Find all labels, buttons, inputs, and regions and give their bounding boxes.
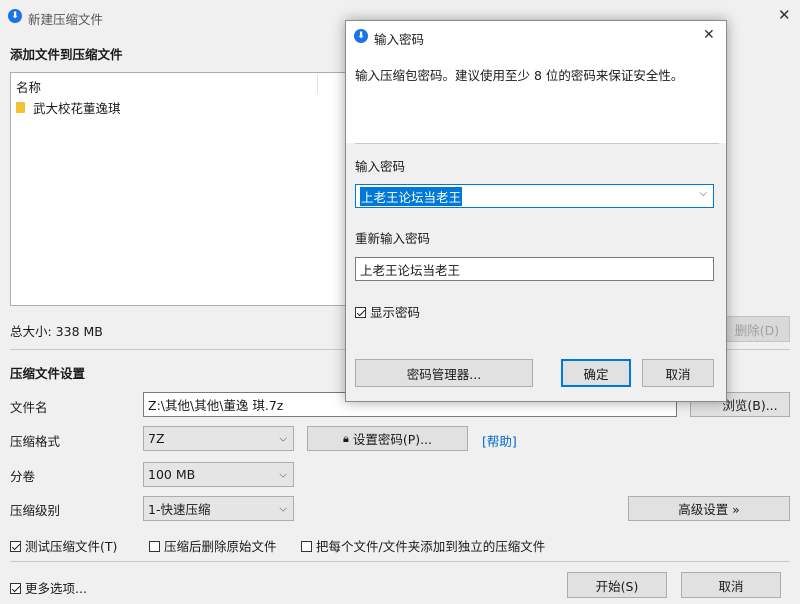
password-combo[interactable]: 上老王论坛当老王 ⌵	[355, 184, 714, 208]
reenter-value: 上老王论坛当老王	[360, 262, 461, 278]
total-size: 总大小: 338 MB	[10, 324, 103, 339]
ok-button-label: 确定	[583, 366, 609, 382]
format-select[interactable]: 7Z ⌵	[143, 426, 294, 451]
delete-original-label: 压缩后删除原始文件	[164, 539, 277, 554]
list-item[interactable]: 武大校花董逸琪	[16, 98, 121, 117]
advanced-button-label: 高级设置 »	[678, 502, 740, 517]
password-manager-button[interactable]: 密码管理器...	[355, 359, 533, 387]
password-dialog: ⬇ 输入密码 ✕ 输入压缩包密码。建议使用至少 8 位的密码来保证安全性。 输入…	[345, 20, 727, 402]
dialog-cancel-label: 取消	[665, 366, 691, 382]
browse-button-label: 浏览(B)...	[722, 398, 778, 413]
list-item-label: 武大校花董逸琪	[33, 101, 121, 116]
dialog-description: 输入压缩包密码。建议使用至少 8 位的密码来保证安全性。	[355, 68, 684, 83]
set-password-label: 设置密码(P)...	[352, 432, 433, 447]
checkbox-icon	[301, 541, 312, 552]
cancel-button-label: 取消	[718, 578, 744, 594]
checkbox-icon	[10, 583, 21, 594]
separate-checkbox[interactable]: 把每个文件/文件夹添加到独立的压缩文件	[301, 536, 545, 555]
chevron-down-icon: ⌵	[279, 469, 287, 480]
split-value: 100 MB	[148, 467, 196, 482]
filename-label: 文件名	[10, 400, 48, 415]
show-password-checkbox[interactable]: 显示密码	[355, 302, 420, 321]
chevron-down-icon: ⌵	[279, 503, 287, 514]
add-section-heading: 添加文件到压缩文件	[10, 47, 123, 62]
filename-value: Z:\其他\其他\董逸 琪.7z	[148, 398, 284, 413]
split-select[interactable]: 100 MB ⌵	[143, 462, 294, 487]
close-icon[interactable]: ✕	[778, 6, 791, 24]
dialog-cancel-button[interactable]: 取消	[642, 359, 714, 387]
level-select[interactable]: 1-快速压缩 ⌵	[143, 496, 294, 521]
start-button-label: 开始(S)	[595, 578, 639, 594]
settings-heading: 压缩文件设置	[10, 366, 86, 381]
split-label: 分卷	[10, 469, 36, 484]
reenter-label: 重新输入密码	[355, 231, 431, 246]
lock-icon: 🔒︎	[342, 431, 349, 445]
more-options-label: 更多选项...	[25, 581, 87, 596]
level-value: 1-快速压缩	[148, 502, 211, 517]
test-checkbox[interactable]: 测试压缩文件(T)	[10, 536, 117, 555]
format-label: 压缩格式	[10, 434, 61, 449]
more-options-checkbox[interactable]: 更多选项...	[10, 578, 87, 597]
password-manager-label: 密码管理器...	[406, 366, 482, 382]
format-value: 7Z	[148, 431, 165, 446]
checkbox-icon	[355, 307, 366, 318]
divider	[355, 143, 719, 144]
level-label: 压缩级别	[10, 503, 61, 518]
checkbox-icon	[10, 541, 21, 552]
set-password-button[interactable]: 🔒︎ 设置密码(P)...	[307, 426, 468, 451]
help-link[interactable]: [帮助]	[482, 431, 517, 450]
reenter-input[interactable]: 上老王论坛当老王	[355, 257, 714, 281]
cancel-button[interactable]: 取消	[681, 572, 781, 598]
advanced-button[interactable]: 高级设置 »	[628, 496, 790, 521]
file-list[interactable]: 名称 武大校花董逸琪	[10, 72, 360, 306]
show-password-label: 显示密码	[370, 305, 421, 320]
column-header-name[interactable]: 名称	[16, 77, 41, 96]
close-icon[interactable]: ✕	[703, 27, 715, 43]
password-value: 上老王论坛当老王	[360, 186, 463, 206]
app-icon: ⬇	[354, 29, 368, 43]
chevron-down-icon[interactable]: ⌵	[699, 188, 707, 199]
dialog-title: 输入密码	[374, 32, 425, 47]
folder-icon	[16, 102, 25, 113]
chevron-down-icon: ⌵	[279, 433, 287, 444]
delete-original-checkbox[interactable]: 压缩后删除原始文件	[149, 536, 277, 555]
separate-checkbox-label: 把每个文件/文件夹添加到独立的压缩文件	[316, 539, 546, 554]
column-divider[interactable]	[317, 75, 318, 93]
app-icon: ⬇	[8, 9, 22, 23]
test-checkbox-label: 测试压缩文件(T)	[25, 539, 118, 554]
password-label: 输入密码	[355, 159, 406, 174]
window-title: 新建压缩文件	[28, 12, 104, 27]
ok-button[interactable]: 确定	[561, 359, 631, 387]
checkbox-icon	[149, 541, 160, 552]
divider	[10, 561, 790, 562]
delete-button-label: 删除(D)	[734, 322, 780, 338]
start-button[interactable]: 开始(S)	[567, 572, 667, 598]
